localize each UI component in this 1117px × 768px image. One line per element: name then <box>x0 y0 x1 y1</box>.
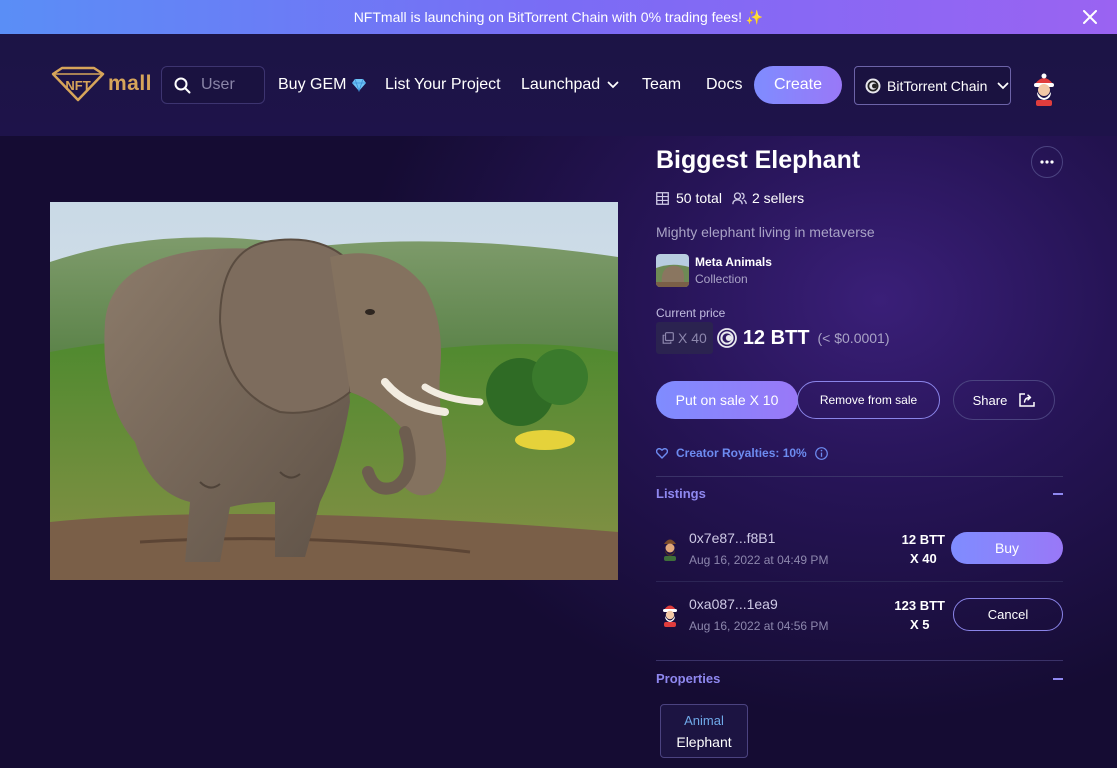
sellers-count: 2 sellers <box>751 190 805 206</box>
current-price: 12 BTT <box>742 326 810 349</box>
search-icon <box>174 77 191 93</box>
properties-header[interactable]: Properties <box>656 671 1063 686</box>
nav-buy-gem-label: Buy GEM <box>278 76 347 93</box>
price-row: X 40 12 BTT (< $0.0001) <box>656 322 890 354</box>
listing-amount: 12 BTT X 40 <box>902 530 945 568</box>
put-on-sale-label: Put on sale X 10 <box>675 392 779 408</box>
listing-amount: 123 BTT X 5 <box>894 596 945 634</box>
svg-text:NFT: NFT <box>65 78 90 93</box>
properties-heading: Properties <box>656 671 721 686</box>
section-divider <box>656 476 1063 477</box>
nft-title: Biggest Elephant <box>656 146 861 174</box>
logo-text: mall <box>108 72 153 95</box>
put-on-sale-button[interactable]: Put on sale X 10 <box>656 381 798 419</box>
collection-label: Collection <box>695 272 748 286</box>
chain-selector-label: BitTorrent Chain <box>887 77 988 94</box>
listing-address[interactable]: 0xa087...1ea9 <box>689 596 778 612</box>
info-icon[interactable] <box>814 446 828 460</box>
nft-stats: 50 total 2 sellers <box>656 190 804 206</box>
heart-icon <box>656 447 668 459</box>
row-divider <box>656 581 1063 582</box>
royalties-text: Creator Royalties: 10% <box>676 446 807 460</box>
banner-close-button[interactable] <box>1079 6 1101 28</box>
quantity-badge: X 40 <box>656 322 713 354</box>
remove-from-sale-button[interactable]: Remove from sale <box>797 381 940 419</box>
listing-price: 123 BTT <box>894 598 945 613</box>
chevron-down-icon <box>997 82 1009 89</box>
listing-date: Aug 16, 2022 at 04:49 PM <box>689 553 829 567</box>
share-label: Share <box>972 392 1008 408</box>
search-box[interactable] <box>161 66 265 104</box>
share-icon <box>1019 393 1036 407</box>
nav-list-your-project-label: List Your Project <box>385 76 501 93</box>
chain-selector[interactable]: BitTorrent Chain <box>854 66 1011 105</box>
property-type: Animal <box>684 712 724 728</box>
close-icon <box>1083 10 1097 24</box>
announcement-banner: NFTmall is launching on BitTorrent Chain… <box>0 0 1117 34</box>
nav-docs-label: Docs <box>706 76 743 93</box>
more-icon <box>1040 160 1054 164</box>
creator-royalties: Creator Royalties: 10% <box>656 446 828 460</box>
nft-image[interactable] <box>50 202 618 580</box>
nftmall-logo[interactable]: NFT mall <box>50 66 152 102</box>
listings-header[interactable]: Listings <box>656 486 1063 501</box>
create-button[interactable]: Create <box>754 66 842 104</box>
top-navigation: NFT mall Buy GEM List Your Project Launc… <box>0 34 1117 136</box>
collection-thumbnail <box>656 254 689 287</box>
nav-docs[interactable]: Docs <box>706 76 742 94</box>
listing-quantity: X 40 <box>909 551 937 566</box>
nav-team-label: Team <box>642 76 682 93</box>
search-input[interactable] <box>201 76 261 94</box>
section-divider <box>656 660 1063 661</box>
seller-avatar <box>663 605 677 627</box>
total-count: 50 total <box>676 190 722 206</box>
listings-heading: Listings <box>656 486 706 501</box>
collapse-icon[interactable] <box>1053 677 1063 680</box>
property-value: Elephant <box>676 733 732 750</box>
collection-link[interactable]: Meta Animals Collection <box>656 254 772 287</box>
quantity-value: X 40 <box>678 330 707 346</box>
more-options-button[interactable] <box>1031 146 1063 178</box>
gem-icon <box>352 78 367 92</box>
nav-launchpad[interactable]: Launchpad <box>521 76 619 94</box>
listing-address[interactable]: 0x7e87...f8B1 <box>689 530 775 546</box>
nav-team[interactable]: Team <box>642 76 681 94</box>
collection-name: Meta Animals <box>695 255 772 269</box>
create-button-label: Create <box>773 76 823 93</box>
listing-row: 0x7e87...f8B1 Aug 16, 2022 at 04:49 PM 1… <box>656 524 1063 574</box>
listing-row: 0xa087...1ea9 Aug 16, 2022 at 04:56 PM 1… <box>656 590 1063 640</box>
bittorrent-icon <box>716 328 737 348</box>
nav-launchpad-label: Launchpad <box>521 76 601 93</box>
price-usd: (< $0.0001) <box>817 330 890 346</box>
price-label: Current price <box>656 306 726 320</box>
copy-icon <box>662 332 674 344</box>
elephant-photo <box>50 202 618 580</box>
property-card[interactable]: Animal Elephant <box>660 704 748 758</box>
buy-button[interactable]: Buy <box>951 532 1063 564</box>
nav-list-your-project[interactable]: List Your Project <box>385 76 501 94</box>
user-avatar[interactable] <box>1030 72 1058 106</box>
share-button[interactable]: Share <box>953 380 1055 420</box>
cancel-button[interactable]: Cancel <box>953 598 1063 631</box>
listing-quantity: X 5 <box>909 617 930 632</box>
users-icon <box>732 191 747 204</box>
seller-avatar <box>664 539 676 561</box>
buy-button-label: Buy <box>994 540 1020 556</box>
grid-icon <box>656 191 669 205</box>
collapse-icon[interactable] <box>1053 492 1063 495</box>
nav-buy-gem[interactable]: Buy GEM <box>278 76 367 94</box>
chevron-down-icon <box>607 81 619 89</box>
cancel-button-label: Cancel <box>987 607 1029 622</box>
remove-from-sale-label: Remove from sale <box>819 393 918 407</box>
bittorrent-icon <box>865 78 881 93</box>
banner-text: NFTmall is launching on BitTorrent Chain… <box>353 8 764 25</box>
listing-date: Aug 16, 2022 at 04:56 PM <box>689 619 829 633</box>
nft-description: Mighty elephant living in metaverse <box>656 224 875 240</box>
listing-price: 12 BTT <box>901 532 945 547</box>
logo-diamond-icon: NFT <box>51 66 105 102</box>
